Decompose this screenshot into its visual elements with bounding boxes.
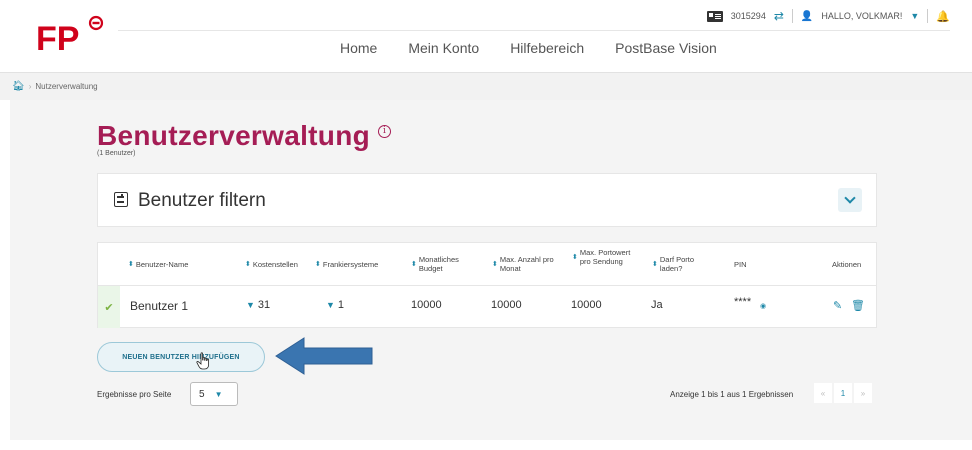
per-page-select[interactable]: 5 ▼ xyxy=(190,382,238,406)
bell-icon[interactable]: 🔔 xyxy=(936,10,950,23)
filter-panel: Benutzer filtern xyxy=(97,173,877,227)
chevron-down-icon: ▼ xyxy=(246,300,255,310)
results-summary: Anzeige 1 bis 1 aus 1 Ergebnissen xyxy=(670,390,794,399)
page-title: Benutzerverwaltung xyxy=(97,120,370,151)
row-status: ✔ xyxy=(98,286,120,328)
sort-icon: ⬍ xyxy=(128,261,134,268)
edit-icon[interactable]: ✎ xyxy=(833,299,842,312)
breadcrumb-current: Nutzerverwaltung xyxy=(35,82,98,91)
top-bar: 3015294 ⇄ 👤 HALLO, VOLKMAR! ▼ 🔔 xyxy=(706,5,950,27)
filter-icon xyxy=(114,192,128,207)
header: FP 3015294 ⇄ 👤 HALLO, VOLKMAR! ▼ 🔔 Home … xyxy=(0,0,972,72)
home-icon[interactable]: 🏠︎ xyxy=(12,81,25,92)
per-page-label: Ergebnisse pro Seite xyxy=(97,390,172,399)
cell-max-postage: 10000 xyxy=(571,299,602,311)
footer xyxy=(0,440,972,450)
svg-text:FP: FP xyxy=(36,20,79,54)
check-icon: ✔ xyxy=(104,301,114,314)
previous-page-button[interactable]: « xyxy=(814,383,832,403)
fp-logo[interactable]: FP xyxy=(36,14,106,54)
main-content: Benutzerverwaltung i (1 Benutzer) Benutz… xyxy=(10,100,972,440)
column-header-max-postage[interactable]: ⬍ Max. Portowert pro Sendung xyxy=(572,248,642,266)
chevron-down-icon xyxy=(844,192,856,204)
chevron-down-icon: ▼ xyxy=(326,300,335,310)
cell-franking-systems[interactable]: ▼ 1 xyxy=(326,299,344,311)
sort-icon: ⬍ xyxy=(411,260,417,268)
column-header-may-load-postage[interactable]: ⬍ Darf Porto laden? xyxy=(652,255,714,273)
sort-icon: ⬍ xyxy=(652,260,658,268)
next-page-button[interactable]: » xyxy=(854,383,872,403)
sort-icon: ⬍ xyxy=(315,261,321,268)
eye-icon[interactable]: ◉ xyxy=(760,302,766,310)
cell-name: Benutzer 1 xyxy=(130,299,189,313)
customer-card-icon xyxy=(706,10,723,22)
column-header-franking-systems[interactable]: ⬍ Frankiersysteme xyxy=(315,260,378,269)
cell-monthly-budget: 10000 xyxy=(411,299,442,311)
user-greeting[interactable]: HALLO, VOLKMAR! xyxy=(821,11,902,21)
trash-icon[interactable]: 🗑︎ xyxy=(851,299,865,312)
header-divider xyxy=(118,30,950,31)
sort-icon: ⬍ xyxy=(492,260,498,268)
customer-id: 3015294 xyxy=(730,11,766,21)
per-page-value: 5 xyxy=(199,388,205,400)
nav-item-mein-konto[interactable]: Mein Konto xyxy=(408,40,479,56)
cell-pin: **** xyxy=(734,296,752,308)
user-icon: 👤 xyxy=(800,10,814,22)
cell-may-load-postage: Ja xyxy=(651,299,663,311)
column-header-pin: PIN xyxy=(734,260,747,269)
column-header-monthly-budget[interactable]: ⬍ Monatliches Budget xyxy=(411,255,477,273)
user-count: (1 Benutzer) xyxy=(97,150,136,157)
info-icon[interactable]: i xyxy=(378,125,391,138)
cell-cost-centers[interactable]: ▼ 31 xyxy=(246,299,270,311)
breadcrumb: 🏠︎ › Nutzerverwaltung xyxy=(0,72,972,100)
nav-item-home[interactable]: Home xyxy=(340,40,377,56)
add-user-button[interactable]: NEUEN BENUTZER HINZUFÜGEN xyxy=(97,342,265,372)
swap-icon[interactable]: ⇄ xyxy=(774,9,784,23)
nav-item-postbase-vision[interactable]: PostBase Vision xyxy=(615,40,717,56)
sort-icon: ⬍ xyxy=(245,261,251,268)
column-header-name[interactable]: ⬍ Benutzer-Name xyxy=(128,260,188,269)
sort-icon: ⬍ xyxy=(572,253,578,261)
column-header-actions: Aktionen xyxy=(832,260,862,269)
main-nav: Home Mein Konto Hilfebereich PostBase Vi… xyxy=(340,40,717,56)
chevron-down-icon: ▼ xyxy=(214,389,223,399)
divider xyxy=(791,9,793,23)
users-table: ⬍ Benutzer-Name ⬍ Kostenstellen ⬍ Frankiers… xyxy=(97,242,877,328)
annotation-arrow xyxy=(275,337,373,375)
column-header-max-count[interactable]: ⬍ Max. Anzahl pro Monat xyxy=(492,255,558,273)
divider xyxy=(927,9,929,23)
filter-title[interactable]: Benutzer filtern xyxy=(138,190,266,212)
page-button-1[interactable]: 1 xyxy=(834,383,852,403)
table-header: ⬍ Benutzer-Name ⬍ Kostenstellen ⬍ Frankiers… xyxy=(98,243,876,286)
nav-item-hilfebereich[interactable]: Hilfebereich xyxy=(510,40,584,56)
breadcrumb-separator-icon: › xyxy=(28,82,32,91)
hand-cursor-icon xyxy=(196,352,209,370)
chevron-down-icon[interactable]: ▼ xyxy=(910,11,919,21)
column-header-cost-centers[interactable]: ⬍ Kostenstellen xyxy=(245,260,298,269)
expand-filter-button[interactable] xyxy=(838,188,862,212)
pagination: « 1 » xyxy=(814,383,872,403)
cell-max-count: 10000 xyxy=(491,299,522,311)
table-row[interactable]: ✔ Benutzer 1 ▼ 31 ▼ 1 10000 10000 10000 Ja… xyxy=(98,286,876,328)
